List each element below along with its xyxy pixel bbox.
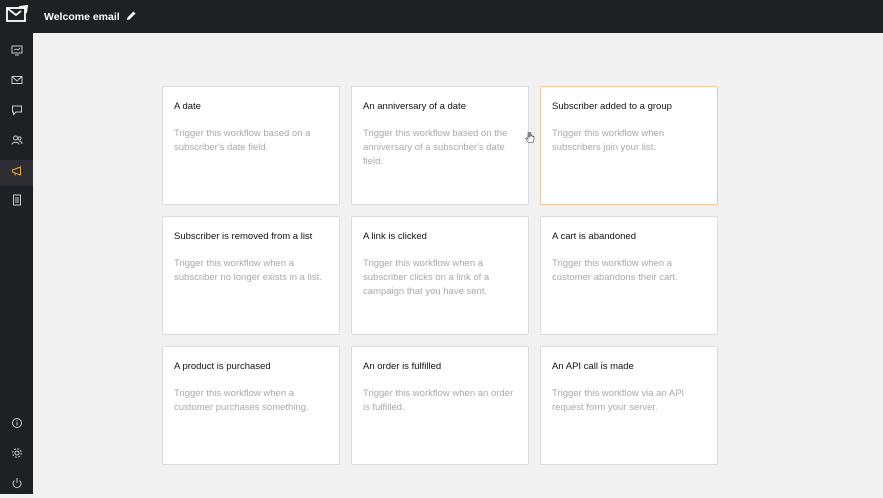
trigger-card-subscriber-added[interactable]: Subscriber added to a group Trigger this… bbox=[540, 86, 718, 205]
nav-help[interactable] bbox=[0, 412, 33, 438]
nav-conversations[interactable] bbox=[0, 99, 33, 125]
trigger-description: Trigger this workflow via an API request… bbox=[552, 388, 685, 413]
megaphone-icon bbox=[11, 164, 23, 182]
trigger-card-order-fulfilled[interactable]: An order is fulfilled Trigger this workf… bbox=[351, 346, 529, 465]
nav-campaigns[interactable] bbox=[0, 69, 33, 95]
trigger-grid: A date Trigger this workflow based on a … bbox=[162, 86, 718, 465]
gear-icon bbox=[11, 446, 23, 464]
trigger-title: A product is purchased bbox=[174, 361, 271, 372]
document-list-icon bbox=[11, 193, 23, 211]
trigger-description: Trigger this workflow when a customer ab… bbox=[552, 258, 678, 283]
monitor-icon bbox=[11, 43, 23, 61]
trigger-card-date[interactable]: A date Trigger this workflow based on a … bbox=[162, 86, 340, 205]
edit-title-button[interactable] bbox=[126, 11, 138, 23]
trigger-card-cart-abandoned[interactable]: A cart is abandoned Trigger this workflo… bbox=[540, 216, 718, 335]
nav-automation[interactable] bbox=[0, 160, 33, 186]
sidebar bbox=[0, 0, 33, 494]
trigger-title: A date bbox=[174, 101, 201, 112]
trigger-description: Trigger this workflow when a subscriber … bbox=[363, 258, 490, 297]
top-bar: Welcome email bbox=[33, 0, 883, 33]
nav-logout[interactable] bbox=[0, 472, 33, 498]
trigger-card-api-call[interactable]: An API call is made Trigger this workflo… bbox=[540, 346, 718, 465]
nav-dashboard[interactable] bbox=[0, 39, 33, 65]
trigger-description: Trigger this workflow when an order is f… bbox=[363, 388, 514, 413]
nav-settings[interactable] bbox=[0, 442, 33, 468]
nav-forms[interactable] bbox=[0, 189, 33, 215]
trigger-card-anniversary[interactable]: An anniversary of a date Trigger this wo… bbox=[351, 86, 529, 205]
envelope-icon bbox=[11, 73, 23, 91]
workflow-title: Welcome email bbox=[44, 10, 120, 23]
chat-bubble-icon bbox=[11, 103, 23, 121]
trigger-title: Subscriber added to a group bbox=[552, 101, 672, 112]
trigger-card-link-clicked[interactable]: A link is clicked Trigger this workflow … bbox=[351, 216, 529, 335]
info-icon bbox=[11, 416, 23, 434]
trigger-description: Trigger this workflow based on a subscri… bbox=[174, 128, 311, 153]
trigger-title: An order is fulfilled bbox=[363, 361, 442, 372]
mail-logo-icon bbox=[5, 4, 28, 28]
hand-pointer-cursor-icon bbox=[525, 131, 535, 143]
trigger-title: An anniversary of a date bbox=[363, 101, 466, 112]
trigger-title: A cart is abandoned bbox=[552, 231, 636, 242]
power-icon bbox=[11, 476, 23, 494]
trigger-description: Trigger this workflow based on the anniv… bbox=[363, 128, 508, 167]
trigger-title: A link is clicked bbox=[363, 231, 427, 242]
trigger-title: An API call is made bbox=[552, 361, 634, 372]
trigger-title: Subscriber is removed from a list bbox=[174, 231, 313, 242]
trigger-description: Trigger this workflow when subscribers j… bbox=[552, 128, 665, 153]
trigger-description: Trigger this workflow when a subscriber … bbox=[174, 258, 322, 283]
nav-subscribers[interactable] bbox=[0, 129, 33, 155]
trigger-card-subscriber-removed[interactable]: Subscriber is removed from a list Trigge… bbox=[162, 216, 340, 335]
trigger-description: Trigger this workflow when a customer pu… bbox=[174, 388, 309, 413]
trigger-selection-area: A date Trigger this workflow based on a … bbox=[33, 33, 883, 494]
trigger-card-product-purchased[interactable]: A product is purchased Trigger this work… bbox=[162, 346, 340, 465]
pencil-icon bbox=[126, 8, 137, 26]
users-icon bbox=[11, 133, 23, 151]
app-logo[interactable] bbox=[0, 0, 33, 33]
